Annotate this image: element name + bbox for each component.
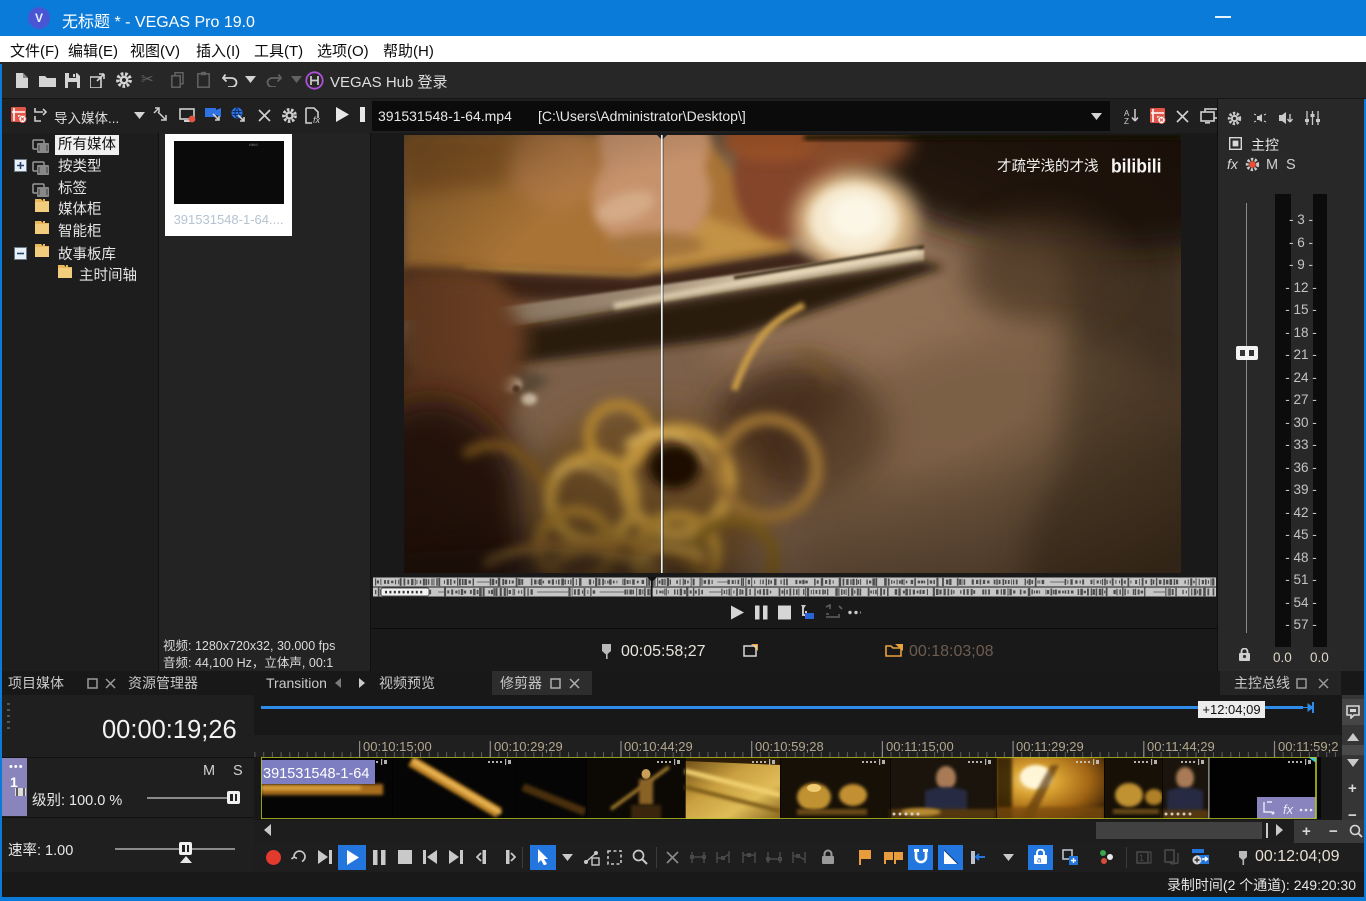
svg-text:a: a [1037,856,1042,865]
svg-text:1: 1 [1139,853,1144,863]
svg-text:Z: Z [1124,117,1129,124]
svg-text:bilibili: bilibili [1111,155,1162,177]
svg-text:才疏学浅的才浅: 才疏学浅的才浅 [997,158,1099,175]
svg-text:391531548-1-64: 391531548-1-64 [263,766,369,782]
svg-text:fx: fx [313,115,321,124]
svg-text:fx: fx [1283,802,1294,817]
